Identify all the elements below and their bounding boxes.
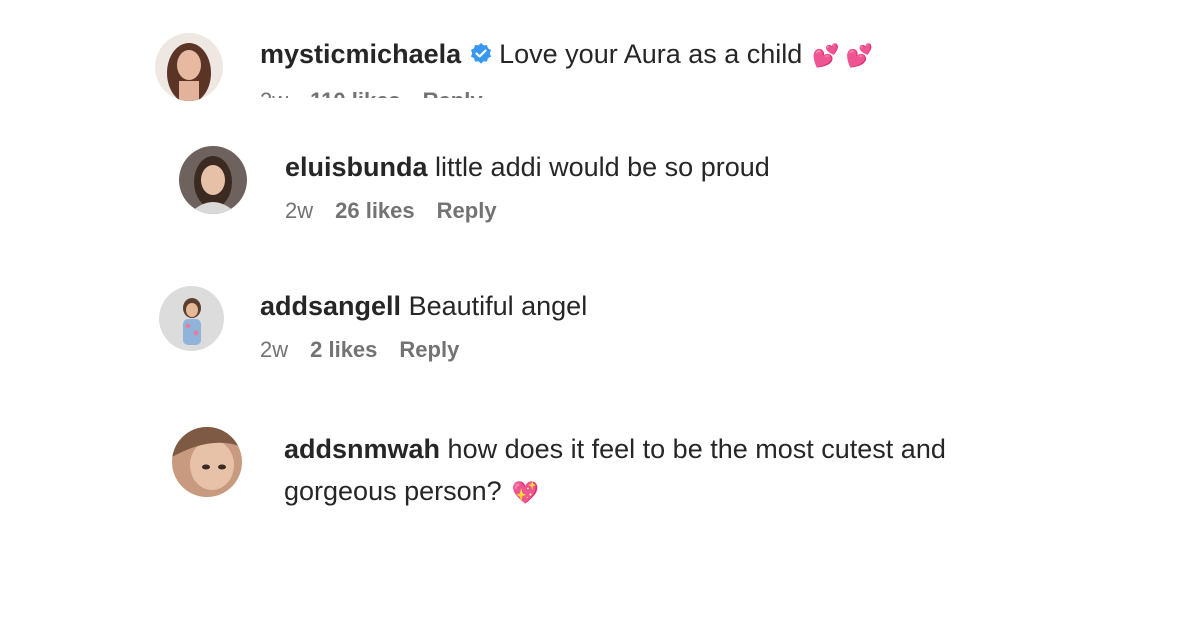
- avatar[interactable]: [179, 146, 247, 214]
- avatar[interactable]: [155, 33, 223, 101]
- avatar[interactable]: [172, 427, 242, 497]
- comment-username[interactable]: eluisbunda: [285, 152, 428, 182]
- comment-username[interactable]: addsnmwah: [284, 434, 440, 464]
- comment-text: little addi would be so proud: [435, 152, 770, 182]
- comment-text: Beautiful angel: [408, 291, 588, 321]
- comment-likes[interactable]: 2 likes: [310, 337, 377, 362]
- comment-time: 2w: [285, 198, 314, 223]
- comment-username[interactable]: mysticmichaela: [260, 39, 461, 69]
- comment-text-continued: gorgeous person?: [284, 476, 502, 506]
- comment-meta: 2w 2 likes Reply: [260, 337, 587, 363]
- comment-time: 2w: [260, 88, 288, 98]
- avatar[interactable]: [159, 286, 224, 351]
- reply-button[interactable]: Reply: [423, 88, 483, 98]
- comment-likes[interactable]: 110 likes: [310, 88, 401, 98]
- comment-text: Love your Aura as a child: [499, 39, 803, 69]
- reply-button[interactable]: Reply: [437, 198, 497, 223]
- comment-likes[interactable]: 26 likes: [335, 198, 415, 223]
- comment-text: how does it feel to be the most cutest a…: [447, 434, 946, 464]
- comment-username[interactable]: addsangell: [260, 291, 401, 321]
- comment-meta: 2w 26 likes Reply: [285, 198, 770, 224]
- sparkling-heart-emoji-icon: 💖: [511, 480, 540, 505]
- comment-time: 2w: [260, 337, 289, 362]
- verified-badge-icon: [471, 43, 492, 64]
- reply-button[interactable]: Reply: [399, 337, 459, 362]
- comment-meta: 2w 110 likes Reply: [260, 88, 873, 98]
- heart-emoji-icon: 💕 💕: [812, 43, 874, 68]
